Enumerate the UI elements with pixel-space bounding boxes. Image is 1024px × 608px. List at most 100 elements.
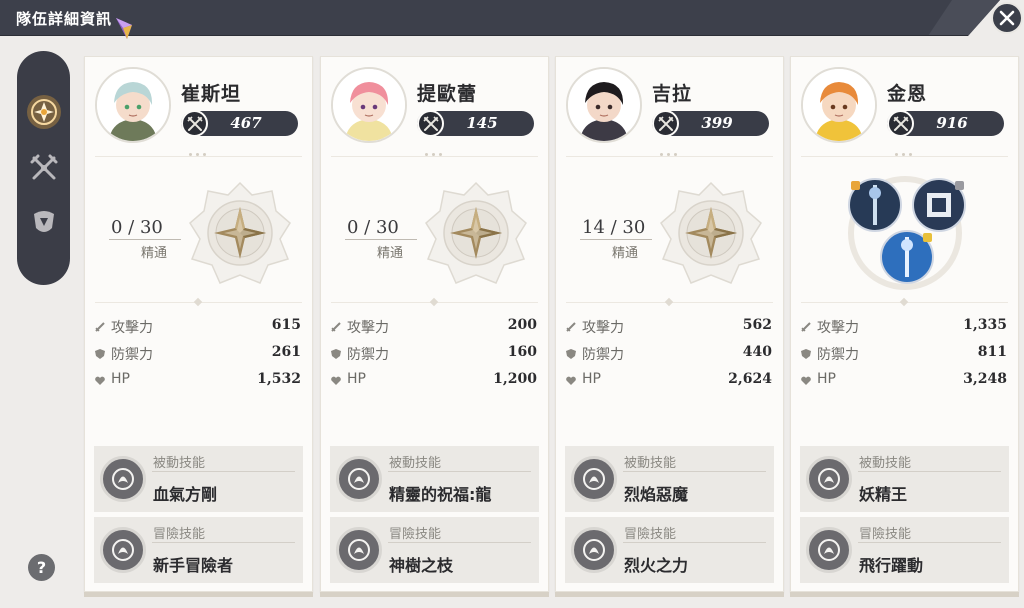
passive-skill-panel[interactable]: 被動技能 血氣方剛	[94, 446, 303, 512]
sword-icon	[95, 320, 105, 332]
team-emblem-icon	[26, 94, 61, 129]
stat-label-attack: 攻擊力	[347, 320, 389, 336]
combat-power-badge: 145	[417, 110, 534, 137]
card-bottom-edge	[790, 592, 1019, 597]
stat-label-hp: HP	[582, 371, 601, 387]
shield-icon	[95, 347, 105, 359]
divider	[566, 156, 773, 157]
mastery-emblem[interactable]	[188, 181, 292, 285]
mastery-progress: 14 / 30	[582, 217, 646, 238]
jericho-portrait-icon	[568, 69, 640, 141]
heart-icon	[331, 374, 341, 385]
passive-skill-panel[interactable]: 被動技能 妖精王	[800, 446, 1009, 512]
passive-skill-type-label: 被動技能	[624, 456, 677, 471]
king-portrait-icon	[803, 69, 875, 141]
stat-label-hp: HP	[111, 371, 130, 387]
stat-value-attack: 200	[507, 317, 537, 333]
character-card[interactable]: 崔斯坦 467 0 / 30 精通 攻擊力 615 防禦力 261 HP 1,532 被動技能血…	[84, 56, 313, 597]
heart-icon	[801, 374, 811, 385]
combat-power-value: 467	[230, 114, 262, 132]
sidebar-item-team[interactable]	[23, 91, 64, 132]
stat-value-attack: 562	[742, 317, 772, 333]
mastery-underline	[580, 239, 652, 240]
title-bar: 隊伍詳細資訊	[0, 0, 1024, 39]
character-card[interactable]: 提歐蕾 145 0 / 30 精通 攻擊力 200 防禦力 160 HP 1,200 被動技能精…	[320, 56, 549, 597]
stat-row-attack: 攻擊力 615	[95, 317, 301, 337]
card-bottom-edge	[84, 592, 313, 597]
skill-divider	[858, 542, 1001, 543]
equipped-relics	[819, 171, 991, 291]
adventure-skill-type-label: 冒險技能	[624, 527, 677, 542]
adventure-skill-panel[interactable]: 冒險技能 神樹之枝	[330, 517, 539, 583]
sidebar-item-weapons[interactable]	[23, 147, 64, 188]
heart-icon	[566, 374, 576, 385]
stat-label-attack: 攻擊力	[817, 320, 859, 336]
crossed-swords-icon	[417, 110, 444, 137]
character-card[interactable]: 金恩 916 攻擊力 1,335 防禦力 811 HP 3,248 被動技能 妖精王 冒險技能…	[790, 56, 1019, 597]
adventure-skill-type-label: 冒險技能	[153, 527, 206, 542]
stat-label-defense: 防禦力	[582, 347, 624, 363]
tristan-portrait-icon	[97, 69, 169, 141]
crossed-swords-icon	[652, 110, 679, 137]
character-avatar[interactable]	[331, 67, 407, 143]
shield-icon	[566, 347, 576, 359]
close-icon	[999, 10, 1015, 26]
character-avatar[interactable]	[801, 67, 877, 143]
page-title: 隊伍詳細資訊	[16, 10, 113, 28]
stat-label-defense: 防禦力	[347, 347, 389, 363]
adventure-skill-panel[interactable]: 冒險技能 烈火之力	[565, 517, 774, 583]
character-avatar[interactable]	[95, 67, 171, 143]
divider-ornament	[899, 297, 909, 307]
stat-row-hp: HP 1,200	[331, 371, 537, 391]
card-bottom-edge	[320, 592, 549, 597]
passive-skill-panel[interactable]: 被動技能 烈焰惡魔	[565, 446, 774, 512]
stat-label-attack: 攻擊力	[111, 320, 153, 336]
sword-icon	[801, 320, 811, 332]
mastery-emblem[interactable]	[424, 181, 528, 285]
character-name: 金恩	[887, 83, 928, 105]
crossed-swords-icon	[887, 110, 914, 137]
stat-value-defense: 160	[507, 344, 537, 360]
skill-divider	[623, 471, 766, 472]
stat-label-defense: 防禦力	[817, 347, 859, 363]
adventure-skill-type-label: 冒險技能	[389, 527, 442, 542]
adventure-skill-panel[interactable]: 冒險技能 飛行躍動	[800, 517, 1009, 583]
close-button[interactable]	[991, 2, 1023, 34]
stat-label-attack: 攻擊力	[582, 320, 624, 336]
category-sidebar	[17, 51, 70, 285]
crossed-swords-icon	[181, 110, 208, 137]
tioreh-portrait-icon	[333, 69, 405, 141]
stat-row-defense: 防禦力 811	[801, 344, 1007, 364]
stat-value-hp: 2,624	[728, 371, 772, 387]
combat-power-badge: 467	[181, 110, 298, 137]
character-name: 提歐蕾	[417, 83, 478, 105]
combat-power-badge: 399	[652, 110, 769, 137]
stat-value-defense: 811	[977, 344, 1007, 360]
character-card[interactable]: 吉拉 399 14 / 30 精通 攻擊力 562 防禦力 440 HP 2,624 被動技能烈…	[555, 56, 784, 597]
adventure-skill-panel[interactable]: 冒險技能 新手冒險者	[94, 517, 303, 583]
character-name: 吉拉	[652, 83, 693, 105]
mastery-underline	[109, 239, 181, 240]
sidebar-item-armor[interactable]	[23, 201, 64, 242]
stat-value-hp: 1,532	[257, 371, 301, 387]
stat-value-defense: 440	[742, 344, 772, 360]
flame-demon-icon	[571, 456, 617, 502]
passive-skill-panel[interactable]: 被動技能 精靈的祝福:龍	[330, 446, 539, 512]
stat-value-attack: 615	[271, 317, 301, 333]
heart-icon	[95, 374, 105, 385]
divider	[801, 156, 1008, 157]
mastery-label: 精通	[141, 246, 168, 261]
compass-star-icon	[425, 181, 527, 284]
character-avatar[interactable]	[566, 67, 642, 143]
stat-value-hp: 1,200	[493, 371, 537, 387]
stat-row-attack: 攻擊力 1,335	[801, 317, 1007, 337]
sword-icon	[566, 320, 576, 332]
shield-icon	[801, 347, 811, 359]
stat-row-hp: HP 1,532	[95, 371, 301, 391]
mastery-emblem[interactable]	[659, 181, 763, 285]
divider-ornament	[429, 297, 439, 307]
help-button[interactable]: ?	[28, 554, 55, 581]
adventure-skill-name: 新手冒險者	[153, 556, 234, 575]
crossed-weapons-icon	[30, 154, 57, 179]
combat-power-value: 916	[936, 114, 968, 132]
